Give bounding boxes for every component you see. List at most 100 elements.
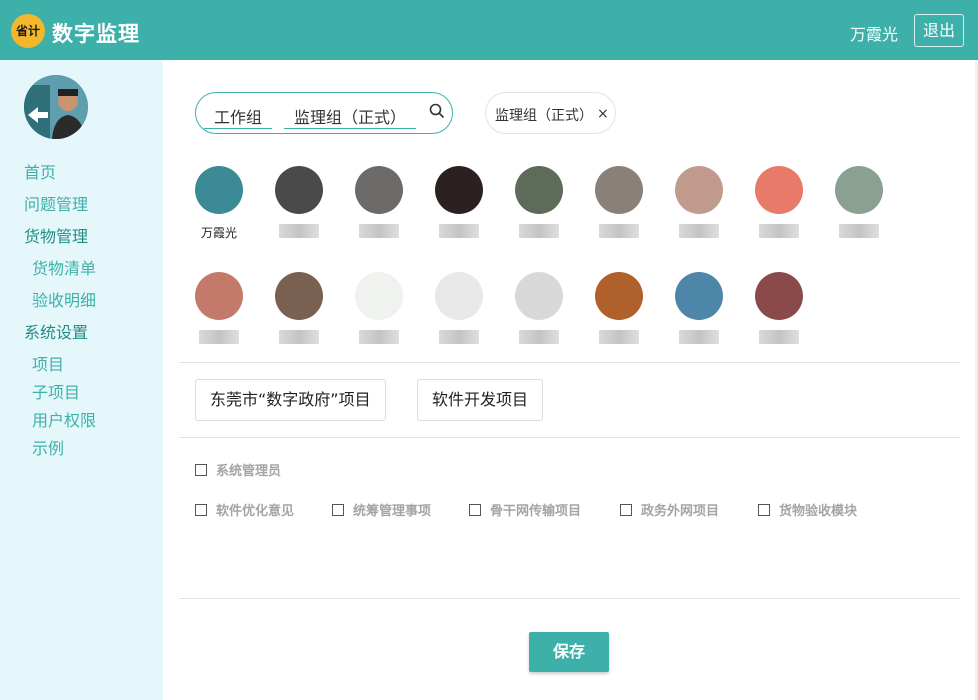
member-name bbox=[504, 330, 574, 346]
search-tag-workgroup[interactable]: 工作组 bbox=[204, 104, 273, 129]
sidebar-item-goods[interactable]: 货物管理 bbox=[24, 223, 88, 247]
checkbox-box[interactable] bbox=[195, 503, 207, 516]
logout-button[interactable]: 退出 bbox=[914, 14, 964, 47]
member-card[interactable] bbox=[664, 272, 734, 346]
checkbox-box[interactable] bbox=[332, 503, 344, 516]
member-name bbox=[824, 224, 894, 240]
sidebar-item-subprojects[interactable]: 子项目 bbox=[32, 379, 80, 403]
blurred-name bbox=[279, 330, 319, 344]
member-card[interactable] bbox=[504, 272, 574, 346]
save-button[interactable]: 保存 bbox=[529, 632, 609, 672]
member-avatar bbox=[595, 166, 643, 214]
member-name bbox=[424, 330, 494, 346]
member-card[interactable] bbox=[184, 272, 254, 346]
member-avatar bbox=[755, 166, 803, 214]
checkbox-box[interactable] bbox=[620, 503, 632, 516]
sidebar-item-examples[interactable]: 示例 bbox=[32, 435, 64, 459]
sidebar-item-goods-list[interactable]: 货物清单 bbox=[32, 255, 96, 279]
blurred-name bbox=[679, 330, 719, 344]
current-user-name[interactable]: 万霞光 bbox=[850, 21, 898, 45]
top-header: 省计 数字监理 万霞光 退出 bbox=[0, 0, 978, 60]
member-avatar bbox=[515, 272, 563, 320]
close-icon[interactable]: × bbox=[597, 106, 609, 122]
sidebar-item-permissions[interactable]: 用户权限 bbox=[32, 407, 96, 431]
search-icon[interactable] bbox=[428, 102, 446, 120]
search-tag-supervision-group[interactable]: 监理组（正式） bbox=[284, 104, 417, 129]
blurred-name bbox=[759, 330, 799, 344]
sidebar-item-home[interactable]: 首页 bbox=[24, 159, 56, 183]
member-avatar bbox=[435, 166, 483, 214]
member-avatar bbox=[435, 272, 483, 320]
sidebar-item-projects[interactable]: 项目 bbox=[32, 351, 64, 375]
divider bbox=[179, 598, 960, 599]
member-name bbox=[744, 330, 814, 346]
checkbox-label: 系统管理员 bbox=[216, 464, 282, 479]
blurred-name bbox=[519, 330, 559, 344]
blurred-name bbox=[279, 224, 319, 238]
checkbox-box[interactable] bbox=[758, 503, 770, 516]
blurred-name bbox=[359, 224, 399, 238]
checkbox-label: 软件优化意见 bbox=[216, 504, 295, 519]
sidebar-item-acceptance-detail[interactable]: 验收明细 bbox=[32, 287, 96, 311]
blurred-name bbox=[439, 330, 479, 344]
member-card[interactable] bbox=[424, 166, 494, 240]
checkbox-label: 货物验收模块 bbox=[779, 504, 858, 519]
sidebar-item-issues[interactable]: 问题管理 bbox=[24, 191, 88, 215]
blurred-name bbox=[519, 224, 559, 238]
member-avatar bbox=[195, 166, 243, 214]
member-card[interactable] bbox=[744, 166, 814, 240]
member-name bbox=[584, 224, 654, 240]
member-avatar bbox=[675, 272, 723, 320]
sidebar-item-settings[interactable]: 系统设置 bbox=[24, 319, 88, 343]
member-name bbox=[664, 224, 734, 240]
member-card[interactable] bbox=[824, 166, 894, 240]
member-card[interactable] bbox=[504, 166, 574, 240]
checkbox-label: 政务外网项目 bbox=[641, 504, 720, 519]
selected-group-chip: 监理组（正式） × bbox=[485, 92, 616, 134]
checkbox-box[interactable] bbox=[195, 463, 207, 476]
member-card[interactable] bbox=[344, 272, 414, 346]
blurred-name bbox=[439, 224, 479, 238]
member-card[interactable] bbox=[664, 166, 734, 240]
member-card[interactable] bbox=[264, 272, 334, 346]
divider bbox=[179, 362, 960, 363]
project-button-dongguan[interactable]: 东莞市“数字政府”项目 bbox=[195, 379, 386, 421]
member-name bbox=[504, 224, 574, 240]
member-avatar bbox=[355, 272, 403, 320]
member-avatar bbox=[515, 166, 563, 214]
member-card[interactable] bbox=[264, 166, 334, 240]
user-avatar-photo-icon bbox=[24, 75, 88, 139]
blurred-name bbox=[599, 224, 639, 238]
member-name bbox=[344, 330, 414, 346]
user-avatar[interactable] bbox=[24, 75, 88, 139]
blurred-name bbox=[839, 224, 879, 238]
member-name bbox=[664, 330, 734, 346]
member-card[interactable] bbox=[584, 272, 654, 346]
checkbox-label: 统筹管理事项 bbox=[353, 504, 432, 519]
member-name bbox=[744, 224, 814, 240]
checkbox-extranet[interactable]: 政务外网项目 bbox=[620, 500, 719, 519]
sidebar: 首页 问题管理 货物管理 货物清单 验收明细 系统设置 项目 子项目 用户权限 … bbox=[0, 60, 163, 700]
checkbox-backbone-network[interactable]: 骨干网传输项目 bbox=[469, 500, 581, 519]
member-card[interactable] bbox=[584, 166, 654, 240]
member-card[interactable] bbox=[744, 272, 814, 346]
member-avatar bbox=[835, 166, 883, 214]
member-card[interactable] bbox=[344, 166, 414, 240]
checkbox-system-admin[interactable]: 系统管理员 bbox=[195, 460, 281, 479]
member-card[interactable]: 万霞光 bbox=[184, 166, 254, 240]
member-name bbox=[264, 224, 334, 240]
checkbox-coordination[interactable]: 统筹管理事项 bbox=[332, 500, 431, 519]
member-avatar bbox=[195, 272, 243, 320]
checkbox-goods-acceptance[interactable]: 货物验收模块 bbox=[758, 500, 857, 519]
checkbox-box[interactable] bbox=[469, 503, 481, 516]
group-search-box[interactable]: 工作组 监理组（正式） bbox=[195, 92, 453, 134]
member-avatar bbox=[755, 272, 803, 320]
member-avatar bbox=[675, 166, 723, 214]
member-card[interactable] bbox=[424, 272, 494, 346]
member-name bbox=[264, 330, 334, 346]
member-avatar bbox=[275, 166, 323, 214]
member-name bbox=[584, 330, 654, 346]
selected-group-label: 监理组（正式） bbox=[495, 108, 593, 124]
project-button-software[interactable]: 软件开发项目 bbox=[417, 379, 544, 421]
checkbox-software-optimization[interactable]: 软件优化意见 bbox=[195, 500, 294, 519]
